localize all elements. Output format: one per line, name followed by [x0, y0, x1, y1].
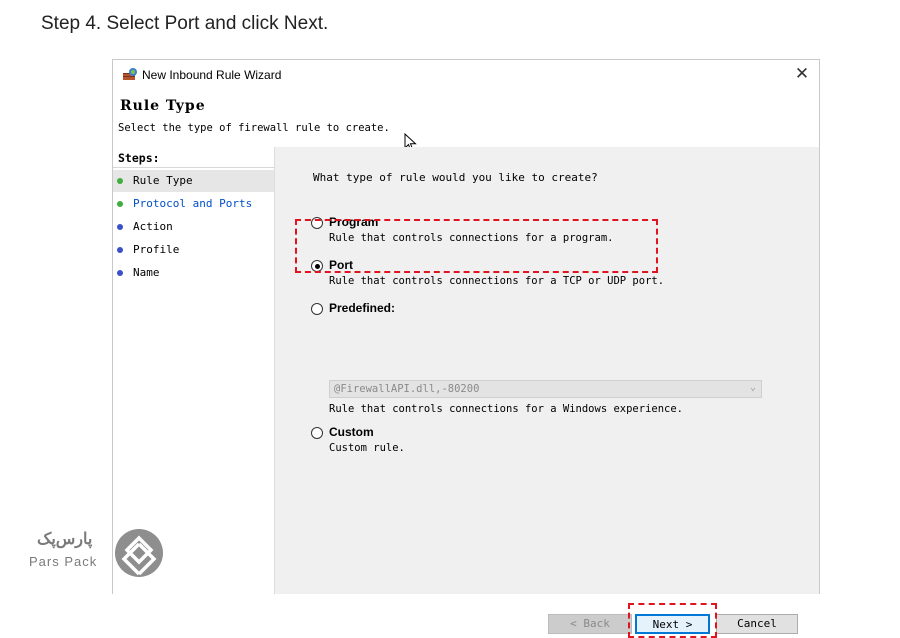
step-status-dot-icon	[117, 247, 123, 253]
step-status-dot-icon	[117, 201, 123, 207]
predefined-radio[interactable]	[311, 303, 323, 315]
firewall-app-icon	[123, 68, 137, 80]
step-label: Protocol and Ports	[133, 197, 253, 210]
page-title: Rule Type	[120, 98, 206, 114]
page-subtitle: Select the type of firewall rule to crea…	[118, 122, 390, 134]
cancel-button[interactable]: Cancel	[716, 614, 798, 634]
step-label: Profile	[133, 243, 180, 256]
logo-text-fa: پارس‌پک	[37, 531, 93, 548]
step-status-dot-icon	[117, 178, 123, 184]
step-item[interactable]: Rule Type	[113, 170, 274, 192]
step-item[interactable]: Action	[113, 216, 274, 238]
step-label: Action	[133, 220, 173, 233]
port-highlight-box	[295, 219, 658, 273]
step-item[interactable]: Profile	[113, 239, 274, 261]
wizard-header: Rule Type Select the type of firewall ru…	[113, 90, 819, 152]
back-button[interactable]: < Back	[548, 614, 632, 634]
step-status-dot-icon	[117, 224, 123, 230]
rule-type-question: What type of rule would you like to crea…	[313, 171, 598, 184]
chevron-down-icon: ⌄	[749, 382, 756, 393]
step-label: Name	[133, 266, 160, 279]
wizard-window: New Inbound Rule Wizard ✕ Rule Type Sele…	[112, 59, 820, 638]
step-status-dot-icon	[117, 270, 123, 276]
window-title: New Inbound Rule Wizard	[142, 68, 282, 82]
title-bar: New Inbound Rule Wizard ✕	[113, 60, 819, 90]
custom-description: Custom rule.	[329, 442, 405, 454]
custom-radio[interactable]	[311, 427, 323, 439]
predefined-label: Predefined:	[329, 301, 396, 315]
step-item[interactable]: Name	[113, 262, 274, 284]
predefined-description: Rule that controls connections for a Win…	[329, 403, 684, 415]
close-icon[interactable]: ✕	[793, 64, 811, 84]
logo-text-en: Pars Pack	[29, 554, 98, 569]
steps-label: Steps:	[118, 151, 160, 165]
parspack-logo: پارس‌پک Pars Pack	[27, 525, 167, 581]
step-caption: Step 4. Select Port and click Next.	[41, 13, 329, 34]
next-highlight-box	[628, 603, 717, 638]
predefined-dropdown[interactable]: @FirewallAPI.dll,-80200 ⌄	[329, 380, 762, 398]
step-label: Rule Type	[133, 174, 193, 187]
port-description: Rule that controls connections for a TCP…	[329, 275, 665, 287]
step-item[interactable]: Protocol and Ports	[113, 193, 274, 215]
steps-divider	[113, 167, 275, 168]
custom-label: Custom	[329, 425, 374, 439]
content-pane: What type of rule would you like to crea…	[275, 147, 819, 638]
logo-mark-icon	[115, 529, 163, 577]
predefined-value: @FirewallAPI.dll,-80200	[334, 383, 480, 395]
